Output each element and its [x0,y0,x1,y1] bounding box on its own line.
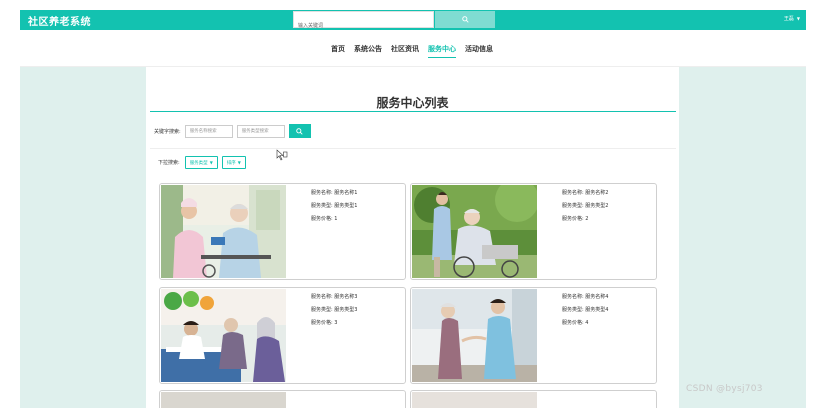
service-card[interactable]: 服务名称: 服务名称3 服务类型: 服务类型3 服务价格: 3 [159,287,406,384]
user-menu[interactable]: 王磊 ▼ [784,15,800,22]
page-title: 服务中心列表 [376,96,449,110]
search-icon [296,127,303,135]
service-type-text: 服务类型: 服务类型3 [311,307,358,313]
service-price-text: 服务价格: 3 [311,320,338,326]
service-card[interactable]: 服务名称: 服务名称1 服务类型: 服务类型1 服务价格: 1 [159,183,406,280]
keyword-search-row: 关键字搜索: 服务名称搜索 服务类型搜索 [154,124,311,138]
service-type-dropdown-label: 服务类型 [189,160,208,166]
header-search-button[interactable] [435,11,495,28]
dropdown-filter-row: 下拉搜索: 服务类型 ▼ 排序 ▼ [158,156,246,169]
nurse-with-elderly-woman-photo [161,185,286,278]
nav-item-home[interactable]: 首页 [331,44,345,58]
nurse-helping-elderly-walk-photo [412,289,537,382]
section-divider [150,148,676,149]
service-photo [161,392,286,408]
header-search-box[interactable] [293,11,434,34]
dropdown-search-label: 下拉搜索: [158,160,180,166]
service-price-text: 服务价格: 4 [562,320,589,326]
service-type-text: 服务类型: 服务类型1 [311,203,358,209]
chevron-down-icon: ▼ [796,16,800,21]
user-name: 王磊 [783,16,794,22]
title-underline [150,111,676,112]
left-side-panel [20,67,146,408]
service-name-text: 服务名称: 服务名称3 [311,294,358,300]
watermark: CSDN @bysj703 [686,384,763,394]
right-side-panel [679,67,806,408]
sort-dropdown-label: 排序 [226,160,236,166]
service-name-text: 服务名称: 服务名称4 [562,294,609,300]
service-price-text: 服务价格: 2 [562,216,589,222]
keyword-search-button[interactable] [288,124,311,138]
caregiver-pushing-wheelchair-photo [412,185,537,278]
service-card[interactable] [410,390,657,408]
caret-down-icon: ▼ [209,160,213,165]
nav-item-announcements[interactable]: 系统公告 [354,44,382,58]
service-name-search-input[interactable]: 服务名称搜索 [184,124,233,138]
service-name-text: 服务名称: 服务名称1 [311,190,358,196]
nav-item-activities[interactable]: 活动信息 [465,44,493,58]
page: 社区养老系统 王磊 ▼ 首页 系统公告 社区资讯 服务中心 活动信息 服务中心列… [0,0,823,408]
keyword-search-label: 关键字搜索: [154,128,181,135]
mouse-cursor-icon [276,149,288,161]
sort-dropdown[interactable]: 排序 ▼ [221,156,246,169]
nav-item-news[interactable]: 社区资讯 [391,44,419,58]
main-nav: 首页 系统公告 社区资讯 服务中心 活动信息 [20,30,806,67]
service-card[interactable]: 服务名称: 服务名称4 服务类型: 服务类型4 服务价格: 4 [410,287,657,384]
nav-item-service-center[interactable]: 服务中心 [428,44,456,58]
health-check-at-clinic-photo [161,289,286,382]
service-card[interactable] [159,390,406,408]
caret-down-icon: ▼ [237,160,241,165]
main-content: 服务中心列表 关键字搜索: 服务名称搜索 服务类型搜索 下拉搜索: 服务类型 ▼… [146,67,679,408]
service-type-text: 服务类型: 服务类型2 [562,203,609,209]
search-icon [461,16,469,23]
service-type-text: 服务类型: 服务类型4 [562,307,609,313]
service-photo [412,392,537,408]
service-name-text: 服务名称: 服务名称2 [562,190,609,196]
top-bar: 社区养老系统 王磊 ▼ [20,10,806,34]
service-card[interactable]: 服务名称: 服务名称2 服务类型: 服务类型2 服务价格: 2 [410,183,657,280]
service-type-search-input[interactable]: 服务类型搜索 [236,124,285,138]
service-price-text: 服务价格: 1 [311,216,338,222]
service-type-dropdown[interactable]: 服务类型 ▼ [184,156,218,169]
brand-title: 社区养老系统 [28,17,91,28]
